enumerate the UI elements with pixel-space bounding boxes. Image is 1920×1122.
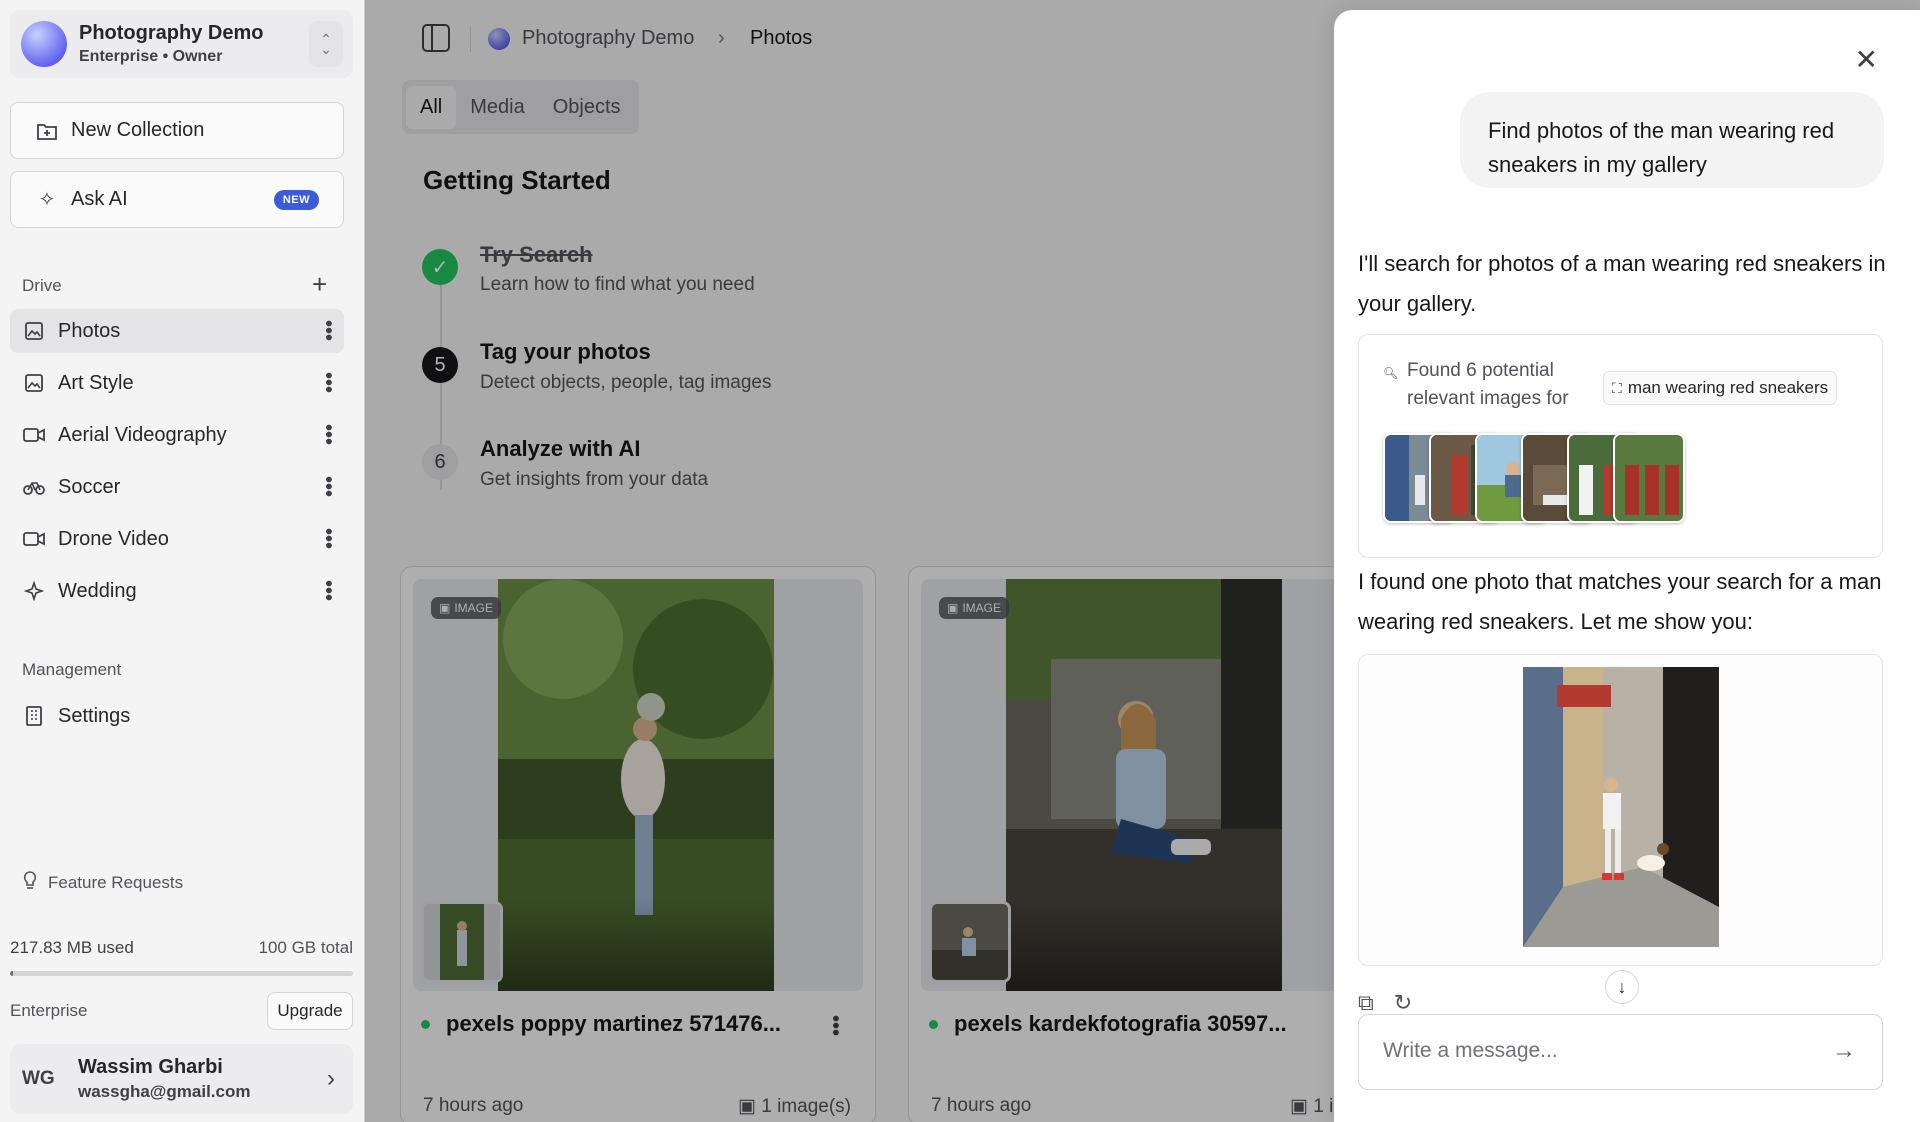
ask-ai-label: Ask AI xyxy=(71,188,128,210)
send-icon[interactable]: → xyxy=(1832,1037,1856,1065)
sidebar-item-soccer[interactable]: Soccer ••• xyxy=(10,465,344,509)
workspace-name: Photography Demo xyxy=(79,22,264,44)
add-drive-icon[interactable]: + xyxy=(312,271,327,297)
sidebar-item-label: Drone Video xyxy=(58,527,169,550)
sidebar-item-drone-video[interactable]: Drone Video ••• xyxy=(10,517,344,561)
result-thumbnails xyxy=(1383,433,1713,525)
building-icon xyxy=(22,706,46,726)
user-avatar: WG xyxy=(22,1068,55,1089)
user-message-bubble: Find photos of the man wearing red sneak… xyxy=(1460,92,1884,188)
ai-message: I found one photo that matches your sear… xyxy=(1358,569,1882,634)
more-icon[interactable]: ••• xyxy=(317,580,339,601)
copy-icon[interactable]: ⧉ xyxy=(1358,990,1374,1016)
lightbulb-icon xyxy=(22,870,38,895)
sidebar-item-settings[interactable]: Settings xyxy=(10,694,344,738)
folder-plus-icon xyxy=(35,121,59,141)
workspace-avatar xyxy=(21,21,67,67)
image-preview-card xyxy=(1358,654,1883,966)
user-name: Wassim Gharbi xyxy=(78,1056,223,1078)
chevron-right-icon: › xyxy=(327,1065,335,1092)
more-icon[interactable]: ••• xyxy=(317,320,339,341)
sparkle-icon xyxy=(22,581,46,601)
new-collection-button[interactable]: New Collection xyxy=(10,102,344,159)
message-input[interactable] xyxy=(1383,1039,1803,1063)
sidebar-item-label: Photos xyxy=(58,319,121,342)
management-section-label: Management xyxy=(22,660,122,679)
message-composer: → xyxy=(1358,1014,1883,1090)
ai-chat-panel: ✕ Find photos of the man wearing red sne… xyxy=(1334,10,1920,1122)
workspace-switcher[interactable]: Photography Demo Enterprise • Owner ⌃ ⌄ xyxy=(10,10,353,78)
gallery-icon xyxy=(22,321,46,341)
video-icon xyxy=(22,531,46,547)
sidebar-item-label: Art Style xyxy=(58,371,134,394)
bicycle-icon xyxy=(22,478,46,496)
ask-ai-button[interactable]: ✧ Ask AI NEW xyxy=(10,171,344,228)
search-result-card: 🔍︎ Found 6 potential relevant images for… xyxy=(1358,334,1883,558)
sidebar-item-label: Wedding xyxy=(58,579,137,602)
search-result-text: Found 6 potential relevant images for xyxy=(1407,360,1569,409)
sidebar-item-label: Soccer xyxy=(58,475,121,498)
sidebar-item-photos[interactable]: Photos ••• xyxy=(10,309,344,353)
user-menu[interactable]: WG Wassim Gharbi wassgha@gmail.com › xyxy=(10,1044,353,1114)
workspace-subtitle: Enterprise • Owner xyxy=(79,48,223,65)
more-icon[interactable]: ••• xyxy=(317,372,339,393)
more-icon[interactable]: ••• xyxy=(317,476,339,497)
search-query-text: man wearing red sneakers xyxy=(1627,378,1829,397)
feature-requests-label: Feature Requests xyxy=(48,872,184,892)
storage-progress-fill xyxy=(10,971,14,976)
scan-icon: ⛶ xyxy=(1612,379,1622,396)
message-actions: ⧉ ↻ xyxy=(1358,990,1412,1016)
refresh-icon[interactable]: ↻ xyxy=(1394,990,1412,1016)
sidebar-item-label: Aerial Videography xyxy=(58,423,227,446)
search-result-label: 🔍︎ Found 6 potential relevant images for xyxy=(1383,357,1583,413)
storage-used: 217.83 MB used xyxy=(10,938,134,957)
ai-message: I'll search for photos of a man wearing … xyxy=(1358,251,1886,316)
storage-progress-bar xyxy=(10,971,353,976)
sidebar-item-label: Settings xyxy=(58,704,131,727)
plan-label: Enterprise xyxy=(10,1001,88,1020)
upgrade-button[interactable]: Upgrade xyxy=(267,992,353,1030)
close-icon[interactable]: ✕ xyxy=(1855,46,1878,74)
sidebar-item-art-style[interactable]: Art Style ••• xyxy=(10,361,344,405)
drive-section-label: Drive xyxy=(22,276,62,295)
more-icon[interactable]: ••• xyxy=(317,528,339,549)
sparkle-icon: ✧ xyxy=(38,189,56,211)
sidebar-item-aerial-videography[interactable]: Aerial Videography ••• xyxy=(10,413,344,457)
search-icon: 🔍︎ xyxy=(1383,366,1399,380)
storage-total: 100 GB total xyxy=(258,938,353,957)
arrow-down-icon: ↓ xyxy=(1617,976,1627,997)
gallery-icon xyxy=(22,373,46,393)
new-badge: NEW xyxy=(273,189,319,210)
sidebar: Photography Demo Enterprise • Owner ⌃ ⌄ N… xyxy=(0,0,365,1122)
result-thumbnail[interactable] xyxy=(1613,433,1685,523)
search-query-chip[interactable]: ⛶ man wearing red sneakers xyxy=(1603,371,1838,405)
preview-image[interactable] xyxy=(1523,667,1719,947)
more-icon[interactable]: ••• xyxy=(317,424,339,445)
storage-usage: 217.83 MB used 100 GB total xyxy=(10,938,353,958)
scroll-down-button[interactable]: ↓ xyxy=(1605,970,1639,1004)
feature-requests-link[interactable]: Feature Requests xyxy=(22,870,183,895)
chevron-updown-icon[interactable]: ⌃ ⌄ xyxy=(309,21,343,67)
new-collection-label: New Collection xyxy=(71,119,205,141)
user-email: wassgha@gmail.com xyxy=(78,1082,251,1101)
sidebar-item-wedding[interactable]: Wedding ••• xyxy=(10,569,344,613)
video-icon xyxy=(22,427,46,443)
